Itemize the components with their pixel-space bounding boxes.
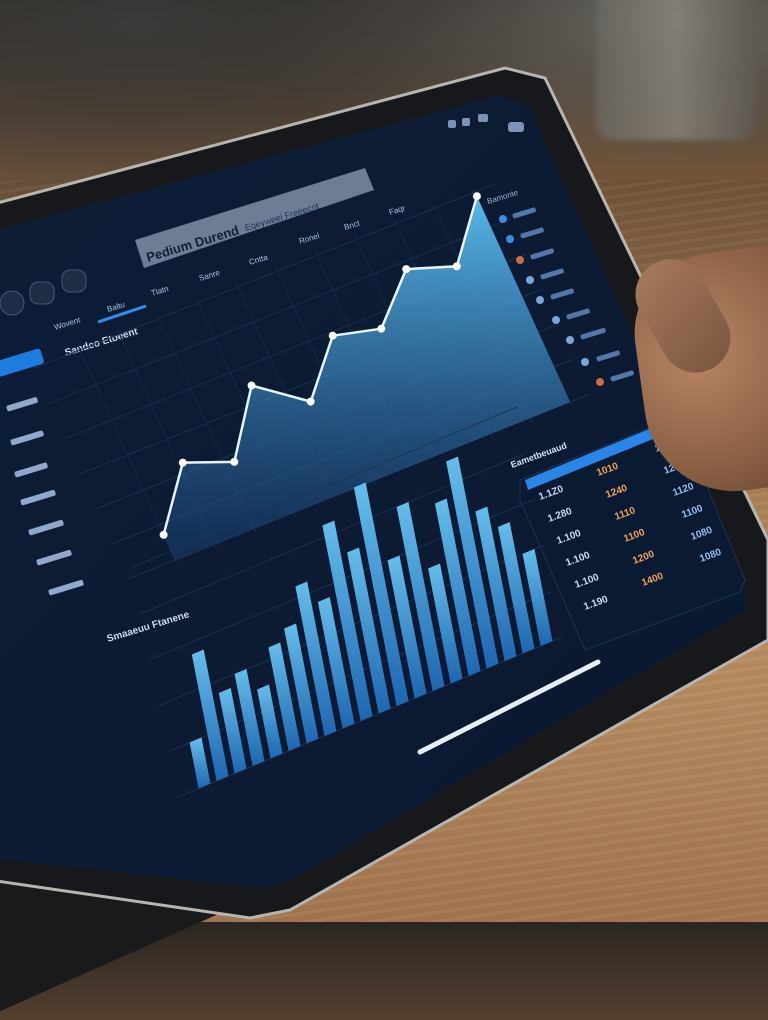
area-chart-point — [452, 262, 461, 271]
area-chart-point — [472, 192, 481, 201]
area-chart-point — [377, 324, 386, 333]
area-chart-point — [247, 381, 256, 390]
area-chart-point — [230, 457, 239, 466]
area-chart-point — [402, 265, 411, 274]
area-chart-point — [306, 397, 315, 406]
area-chart-point — [328, 331, 337, 340]
area-chart-point — [159, 530, 168, 539]
area-chart-point — [178, 458, 187, 467]
tablet: Pedium Durend Eqeyweei Freeecnt Wovent B… — [0, 0, 768, 922]
